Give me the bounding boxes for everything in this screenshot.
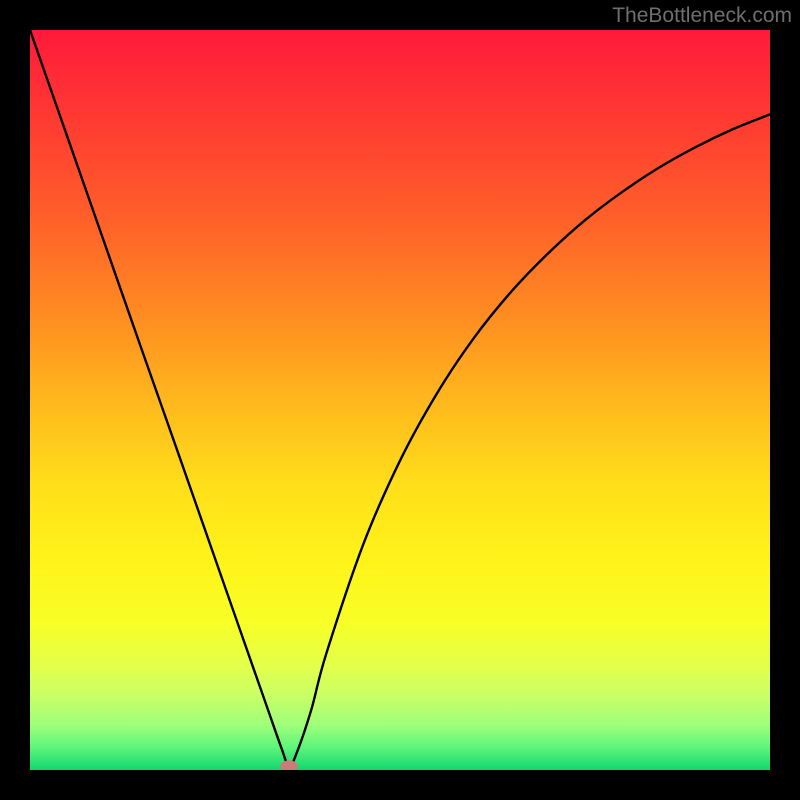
bottleneck-curve-chart	[30, 30, 770, 770]
plot-area	[30, 30, 770, 770]
watermark-text: TheBottleneck.com	[612, 4, 792, 28]
gradient-background	[30, 30, 770, 770]
chart-frame: TheBottleneck.com	[0, 0, 800, 800]
